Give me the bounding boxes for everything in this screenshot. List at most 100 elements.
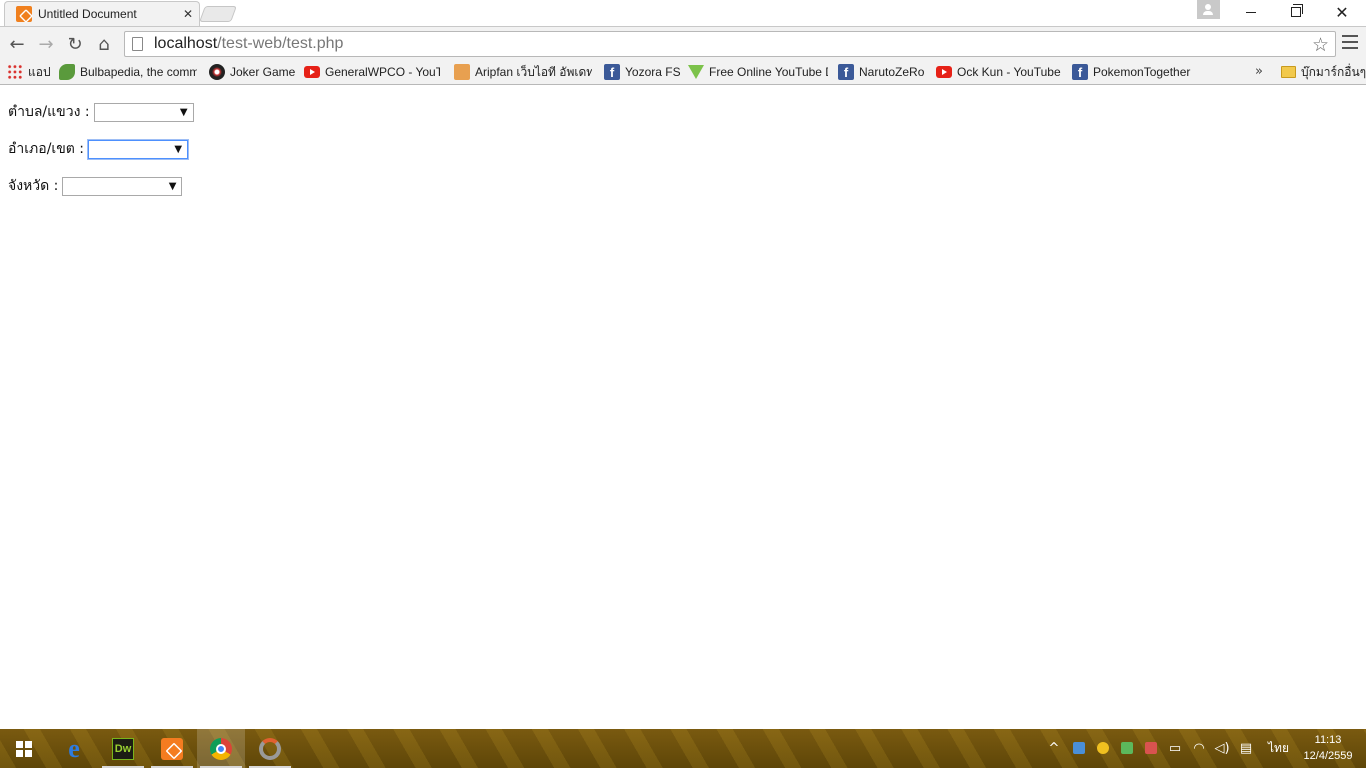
xampp-favicon-icon — [16, 6, 32, 22]
district-label: อำเภอ/เขต : — [8, 141, 85, 157]
bookmark-bulbapedia[interactable]: Bulbapedia, the comm — [59, 63, 197, 81]
url-host: localhost — [154, 35, 218, 52]
minimize-button[interactable] — [1228, 0, 1274, 24]
clock[interactable]: 11:13 12/4/2559 — [1296, 732, 1360, 764]
xampp-icon — [161, 737, 183, 760]
taskbar-edge[interactable]: e — [50, 729, 98, 768]
aripfan-icon — [454, 64, 470, 80]
youtube-icon — [936, 66, 952, 78]
bookmark-label: Yozora FS — [625, 65, 680, 79]
show-hidden-icons-chevron-icon[interactable]: ^ — [1046, 740, 1062, 756]
bookmark-label: Ock Kun - YouTube — [957, 65, 1061, 79]
browser-tab[interactable]: Untitled Document ✕ — [4, 1, 200, 26]
province-label: จังหวัด : — [8, 178, 59, 194]
bookmark-label: Aripfan เว็บไอที อัพเดทข่ — [475, 64, 592, 79]
arrow-left-icon: ← — [9, 33, 25, 55]
tab-title: Untitled Document — [38, 7, 137, 21]
edge-icon: e — [68, 733, 80, 763]
wifi-icon[interactable]: ◠ — [1191, 740, 1207, 756]
bookmark-aripfan[interactable]: Aripfan เว็บไอที อัพเดทข่ — [454, 63, 592, 81]
other-bookmarks-folder[interactable]: บุ๊กมาร์กอื่นๆ — [1281, 63, 1366, 81]
battery-icon[interactable]: ▭ — [1167, 740, 1183, 756]
page-content: ตำบล/แขวง : ▼ อำเภอ/เขต : ▼ จังหวัด : ▼ — [0, 86, 1366, 729]
bookmark-label: แอป — [28, 64, 51, 79]
joker-icon — [209, 64, 225, 80]
start-button[interactable] — [0, 729, 48, 768]
back-button[interactable]: ← — [6, 33, 28, 55]
bookmark-label: Free Online YouTube D — [709, 65, 828, 79]
more-bookmarks-chevron-icon[interactable]: » — [1255, 64, 1263, 79]
home-button[interactable]: ⌂ — [93, 33, 115, 55]
bookmark-free-online-youtube[interactable]: Free Online YouTube D — [688, 63, 828, 81]
bookmark-star-icon[interactable]: ☆ — [1312, 34, 1329, 56]
bookmark-yozora-fs[interactable]: f Yozora FS — [604, 63, 680, 81]
chrome-icon — [210, 737, 232, 760]
bookmark-generalwpco[interactable]: GeneralWPCO - YouTu — [304, 63, 440, 81]
action-center-icon[interactable]: ▤ — [1238, 740, 1254, 756]
youtube-icon — [304, 66, 320, 78]
windows-taskbar: e Dw ^ ▭ ◠ ◁) ▤ ไทย 11:13 12/4/2559 — [0, 729, 1366, 768]
tray-app-icon[interactable] — [1143, 740, 1159, 756]
new-tab-button[interactable] — [199, 6, 237, 22]
dropdown-arrow-icon: ▼ — [174, 143, 183, 155]
district-row: อำเภอ/เขต : ▼ — [8, 139, 189, 159]
chrome-menu-icon[interactable] — [1342, 35, 1358, 51]
taskbar-xampp[interactable] — [148, 729, 196, 768]
bookmark-pokemontogether[interactable]: f PokemonTogether — [1072, 63, 1194, 81]
download-gem-icon — [688, 65, 704, 79]
app-icon — [259, 737, 281, 760]
clock-date: 12/4/2559 — [1303, 750, 1353, 762]
reload-icon: ↻ — [67, 33, 83, 55]
bookmark-label: บุ๊กมาร์กอื่นๆ — [1301, 64, 1366, 79]
url-text: localhost/test-web/test.php — [154, 35, 343, 53]
facebook-icon: f — [604, 64, 620, 80]
title-bar: Untitled Document ✕ ✕ — [0, 0, 1366, 26]
apps-icon — [7, 64, 23, 80]
taskbar-app[interactable] — [246, 729, 294, 768]
province-select[interactable]: ▼ — [62, 176, 183, 196]
page-icon — [132, 37, 143, 51]
close-icon: ✕ — [1335, 2, 1349, 22]
facebook-icon: f — [838, 64, 854, 80]
browser-toolbar: ← → ↻ ⌂ localhost/test-web/test.php ☆ — [0, 26, 1366, 60]
bookmark-label: Joker Game — [230, 65, 295, 79]
dropdown-arrow-icon: ▼ — [168, 180, 177, 192]
bookmark-joker-game[interactable]: Joker Game — [209, 63, 295, 81]
bookmark-label: PokemonTogether — [1093, 65, 1191, 79]
bookmarks-bar: แอป Bulbapedia, the comm Joker Game Gene… — [0, 60, 1366, 85]
language-indicator[interactable]: ไทย — [1268, 729, 1289, 768]
url-path: /test-web/test.php — [217, 35, 344, 52]
address-bar[interactable]: localhost/test-web/test.php ☆ — [124, 31, 1336, 57]
taskbar-chrome[interactable] — [197, 729, 245, 768]
bookmark-label: Bulbapedia, the comm — [80, 65, 197, 79]
bookmark-narutozero[interactable]: f NarutoZeRo — [838, 63, 928, 81]
dreamweaver-icon: Dw — [112, 737, 134, 760]
tray-app-icon[interactable] — [1119, 740, 1135, 756]
bulbapedia-icon — [59, 64, 75, 80]
clock-time: 11:13 — [1314, 734, 1342, 746]
windows-logo-icon — [16, 740, 32, 757]
home-icon: ⌂ — [98, 33, 110, 55]
subdistrict-row: ตำบล/แขวง : ▼ — [8, 102, 194, 122]
bookmark-ock-kun[interactable]: Ock Kun - YouTube — [936, 63, 1062, 81]
minimize-icon — [1246, 11, 1256, 13]
subdistrict-select[interactable]: ▼ — [93, 102, 194, 122]
tray-app-icon[interactable] — [1071, 740, 1087, 756]
dropdown-arrow-icon: ▼ — [179, 106, 188, 118]
district-select[interactable]: ▼ — [88, 139, 189, 159]
bookmark-apps[interactable]: แอป — [7, 63, 51, 81]
bookmark-label: GeneralWPCO - YouTu — [325, 65, 440, 79]
user-profile-icon[interactable] — [1197, 0, 1220, 19]
forward-button[interactable]: → — [35, 33, 57, 55]
close-window-button[interactable]: ✕ — [1319, 0, 1365, 24]
province-row: จังหวัด : ▼ — [8, 176, 183, 196]
reload-button[interactable]: ↻ — [64, 33, 86, 55]
tray-app-icon[interactable] — [1095, 740, 1111, 756]
facebook-icon: f — [1072, 64, 1088, 80]
taskbar-dreamweaver[interactable]: Dw — [99, 729, 147, 768]
tab-close-icon[interactable]: ✕ — [183, 7, 193, 21]
volume-icon[interactable]: ◁) — [1214, 740, 1230, 756]
bookmark-label: NarutoZeRo — [859, 65, 925, 79]
restore-button[interactable] — [1273, 0, 1319, 24]
subdistrict-label: ตำบล/แขวง : — [8, 104, 90, 120]
